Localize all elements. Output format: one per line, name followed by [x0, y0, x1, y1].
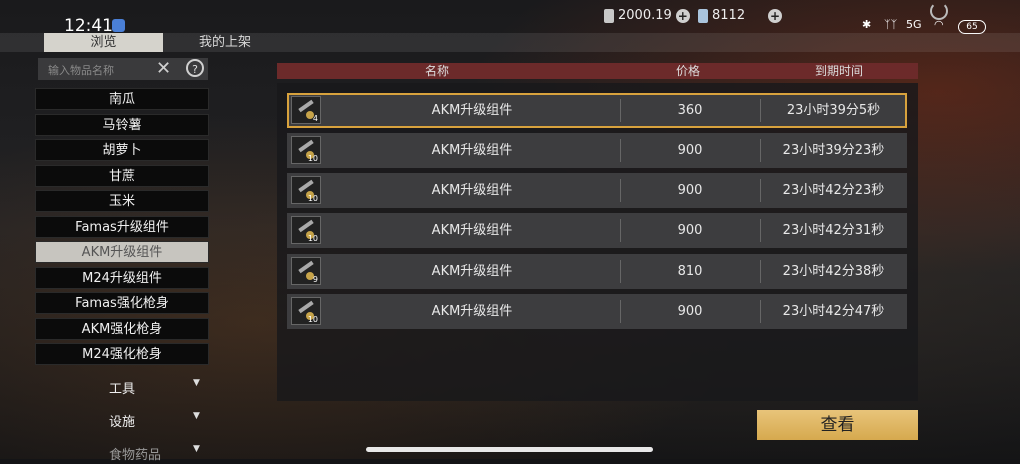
item-name: AKM升级组件 [431, 304, 513, 319]
table-row[interactable]: 9 AKM升级组件 810 23小时42分38秒 [287, 254, 907, 289]
currency-2-value: 8112 [712, 8, 746, 23]
item-price: 900 [677, 304, 703, 319]
help-icon[interactable]: ? [186, 59, 204, 77]
table-row[interactable]: 10 AKM升级组件 900 23小时42分47秒 [287, 294, 907, 329]
item-price: 360 [677, 103, 703, 118]
item-thumbnail: 10 [291, 216, 321, 244]
notification-icon [112, 19, 125, 32]
home-indicator[interactable] [366, 447, 653, 452]
chevron-down-icon: ▼ [193, 378, 200, 388]
wifi-icon: ◠ [934, 18, 944, 31]
item-expires: 23小时42分47秒 [782, 304, 885, 319]
item-price: 810 [677, 264, 703, 279]
item-thumbnail: 10 [291, 136, 321, 164]
gem-icon [698, 8, 708, 23]
group-food-medicine[interactable]: 食物药品 ▼ [35, 440, 209, 464]
category-item[interactable]: 胡萝卜 [35, 139, 209, 161]
category-item[interactable]: 马铃薯 [35, 113, 209, 136]
network-label: 5G [906, 18, 922, 31]
item-thumbnail: 4 [291, 96, 321, 124]
category-item[interactable]: 南瓜 [35, 88, 209, 110]
bluetooth-icon: ✱ [862, 18, 872, 31]
currency-2: 8112 [698, 8, 745, 23]
item-price: 900 [677, 223, 703, 238]
category-item[interactable]: AKM强化枪身 [35, 317, 209, 340]
tab-my-listings[interactable]: 我的上架 [180, 33, 270, 52]
signal-icon: ᛉᛉ [884, 18, 898, 31]
item-name: AKM升级组件 [431, 183, 513, 198]
item-thumbnail: 9 [291, 257, 321, 285]
group-label: 设施 [109, 415, 136, 430]
table-row[interactable]: 10 AKM升级组件 900 23小时42分23秒 [287, 173, 907, 208]
item-qty: 4 [312, 114, 318, 123]
tab-browse[interactable]: 浏览 [44, 33, 163, 52]
item-expires: 23小时39分23秒 [782, 143, 885, 158]
category-item[interactable]: 玉米 [35, 190, 209, 212]
coin-icon [604, 8, 614, 23]
group-label: 工具 [109, 382, 136, 397]
search-box: ✕ ? [38, 58, 208, 80]
battery-indicator: 65 [958, 20, 986, 34]
add-currency-2-button[interactable]: + [768, 9, 782, 23]
group-tools[interactable]: 工具 ▼ [35, 374, 209, 398]
item-name: AKM升级组件 [431, 103, 513, 118]
currency-1-value: 2000.19 [618, 8, 672, 23]
column-expires-header: 到期时间 [815, 64, 864, 78]
chevron-down-icon: ▼ [193, 444, 200, 454]
item-price: 900 [677, 183, 703, 198]
add-currency-1-button[interactable]: + [675, 8, 690, 23]
item-name: AKM升级组件 [431, 143, 513, 158]
category-item[interactable]: M24升级组件 [35, 266, 209, 289]
status-bar: 12:41 2000.19 + 8112 + ✱ ᛉᛉ 5G ◠ 65 [0, 0, 1020, 36]
category-item[interactable]: Famas强化枪身 [35, 292, 209, 314]
item-name: AKM升级组件 [431, 264, 513, 279]
item-qty: 10 [307, 154, 318, 163]
item-name: AKM升级组件 [431, 223, 513, 238]
category-item[interactable]: Famas升级组件 [35, 215, 209, 238]
category-item[interactable]: M24强化枪身 [35, 343, 209, 365]
column-name-header: 名称 [425, 64, 450, 78]
chevron-down-icon: ▼ [193, 411, 200, 421]
category-item[interactable]: 甘蔗 [35, 164, 209, 187]
search-input[interactable] [46, 60, 160, 80]
item-qty: 10 [307, 234, 318, 243]
table-row[interactable]: 4 AKM升级组件 360 23小时39分5秒 [287, 93, 907, 128]
category-list: 南瓜 马铃薯 胡萝卜 甘蔗 玉米 Famas升级组件 AKM升级组件 M24升级… [35, 88, 209, 369]
item-qty: 10 [307, 194, 318, 203]
item-thumbnail: 10 [291, 176, 321, 204]
group-label: 食物药品 [109, 448, 162, 463]
item-expires: 23小时39分5秒 [786, 103, 881, 118]
view-button[interactable]: 查看 [757, 410, 918, 440]
category-item-selected[interactable]: AKM升级组件 [35, 241, 209, 263]
item-thumbnail: 10 [291, 297, 321, 325]
table-row[interactable]: 10 AKM升级组件 900 23小时42分31秒 [287, 213, 907, 248]
tab-bar: 浏览 我的上架 [0, 33, 1020, 52]
group-facilities[interactable]: 设施 ▼ [35, 407, 209, 431]
item-qty: 10 [307, 315, 318, 324]
item-expires: 23小时42分23秒 [782, 183, 885, 198]
item-qty: 9 [312, 275, 318, 284]
clear-icon[interactable]: ✕ [156, 59, 171, 79]
item-expires: 23小时42分31秒 [782, 223, 885, 238]
item-expires: 23小时42分38秒 [782, 264, 885, 279]
column-price-header: 价格 [676, 64, 701, 78]
currency-1: 2000.19 + [604, 8, 690, 23]
table-row[interactable]: 10 AKM升级组件 900 23小时39分23秒 [287, 133, 907, 168]
item-price: 900 [677, 143, 703, 158]
table-header: 名称 价格 到期时间 [277, 63, 918, 79]
